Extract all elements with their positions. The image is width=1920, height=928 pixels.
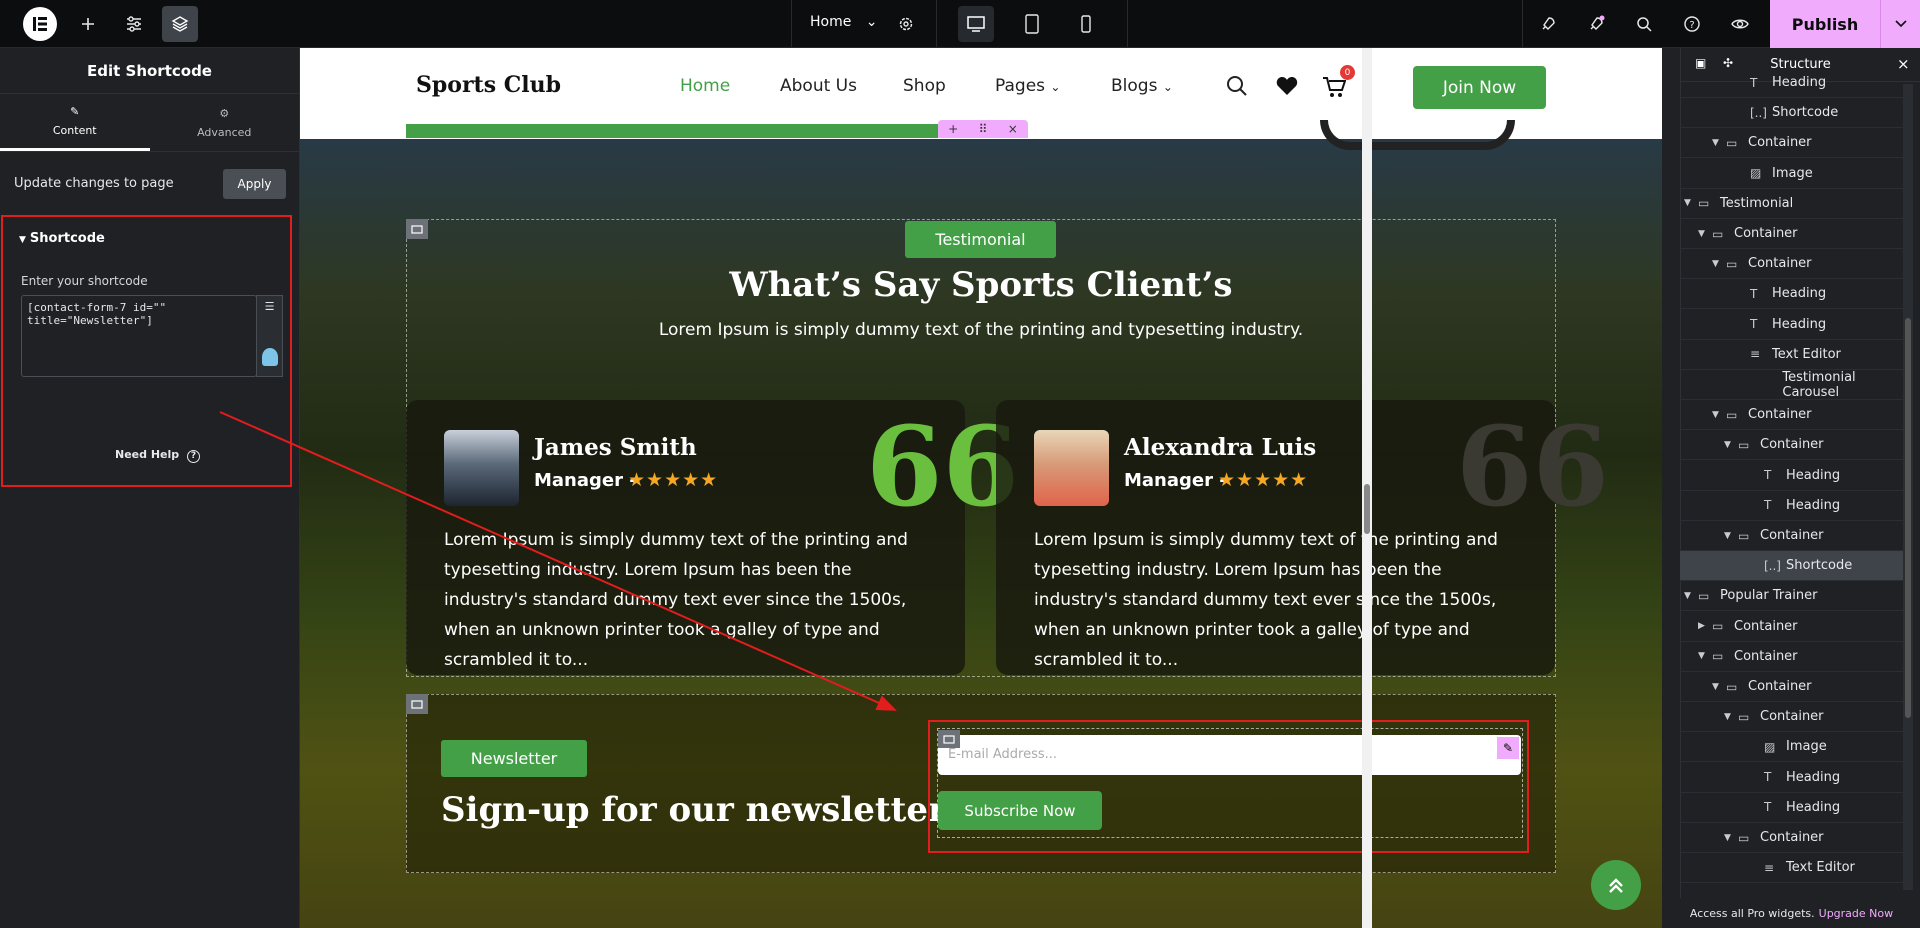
structure-item-label: Testimonial: [1720, 195, 1794, 211]
tree-caret-icon[interactable]: ▼: [1698, 651, 1712, 661]
upgrade-now-link[interactable]: Upgrade Now: [1819, 907, 1893, 920]
structure-item-label: Container: [1734, 618, 1798, 634]
element-type-icon: ▭: [1698, 196, 1710, 211]
element-type-icon: ▭: [1738, 437, 1750, 452]
structure-item[interactable]: ≡ Text Editor: [1680, 853, 1903, 884]
structure-item-label: Image: [1786, 739, 1827, 755]
structure-item[interactable]: T Heading: [1680, 68, 1903, 98]
structure-item[interactable]: ▨ Image: [1680, 159, 1903, 189]
element-type-icon: ▭: [1726, 256, 1738, 271]
element-type-icon: ▭: [1698, 588, 1710, 603]
element-type-icon: T: [1764, 498, 1772, 513]
structure-item[interactable]: [..] Shortcode: [1680, 98, 1903, 129]
pro-widgets-footer: Access all Pro widgets. Upgrade Now: [1680, 898, 1903, 928]
structure-item[interactable]: ▼ ▭ Popular Trainer: [1680, 581, 1903, 612]
structure-item-label: Container: [1748, 679, 1812, 694]
structure-item-label: Heading: [1786, 799, 1841, 815]
structure-item-label: Heading: [1772, 75, 1827, 90]
element-type-icon: ▭: [1738, 830, 1750, 845]
tree-caret-icon[interactable]: ▼: [1724, 833, 1738, 843]
structure-item-label: Container: [1748, 256, 1812, 272]
element-type-icon: ▭: [1712, 619, 1724, 634]
structure-item-label: Heading: [1786, 467, 1841, 483]
structure-item[interactable]: ▼ ▭ Container: [1680, 702, 1903, 733]
structure-item[interactable]: T Heading: [1680, 310, 1903, 340]
tree-caret-icon[interactable]: ▼: [1712, 259, 1726, 269]
structure-item[interactable]: ▼ ▭ Container: [1680, 249, 1903, 280]
structure-item[interactable]: ▼ ▭ Container: [1680, 128, 1903, 159]
element-type-icon: T: [1764, 800, 1772, 815]
structure-item[interactable]: T Heading: [1680, 793, 1903, 823]
structure-item-label: Text Editor: [1772, 346, 1841, 362]
structure-item[interactable]: ▼ ▭ Container: [1680, 400, 1903, 431]
structure-item[interactable]: ▨ Image: [1680, 732, 1903, 763]
structure-item[interactable]: Testimonial Carousel: [1680, 370, 1903, 400]
structure-item-label: Heading: [1786, 769, 1841, 785]
structure-item[interactable]: ▼ ▭ Container: [1680, 823, 1903, 853]
tree-caret-icon[interactable]: ▼: [1712, 138, 1726, 148]
structure-item[interactable]: ▼ ▭ Container: [1680, 642, 1903, 672]
tree-caret-icon[interactable]: ▶: [1698, 621, 1712, 631]
canvas-scrollbar-thumb[interactable]: [1364, 484, 1370, 534]
tree-caret-icon[interactable]: ▼: [1712, 682, 1726, 692]
structure-item-label: Container: [1760, 528, 1824, 543]
element-type-icon: ▭: [1726, 679, 1738, 694]
structure-item-label: Container: [1760, 830, 1824, 845]
tree-caret-icon[interactable]: ▼: [1684, 198, 1698, 208]
structure-item-label: Container: [1748, 135, 1812, 151]
element-type-icon: T: [1750, 317, 1758, 332]
element-type-icon: ▭: [1738, 528, 1750, 543]
structure-item-label: Heading: [1772, 286, 1827, 302]
structure-item[interactable]: ▼ ▭ Container: [1680, 521, 1903, 551]
element-type-icon: ▭: [1712, 649, 1724, 664]
structure-item-label: Heading: [1786, 497, 1841, 513]
structure-item[interactable]: [..] Shortcode: [1680, 551, 1903, 582]
structure-item-label: Popular Trainer: [1720, 588, 1818, 604]
structure-item[interactable]: T Heading: [1680, 461, 1903, 491]
element-type-icon: ▨: [1764, 739, 1776, 754]
element-type-icon: ▭: [1726, 135, 1738, 150]
structure-item-label: Text Editor: [1786, 860, 1855, 876]
structure-item-label: Container: [1734, 226, 1798, 241]
element-type-icon: ▨: [1750, 166, 1762, 181]
element-type-icon: T: [1750, 75, 1758, 90]
tree-caret-icon[interactable]: ▼: [1698, 229, 1712, 239]
tree-caret-icon[interactable]: ▼: [1684, 591, 1698, 601]
structure-item-label: Heading: [1772, 316, 1827, 332]
structure-item[interactable]: ▶ ▭ Container: [1680, 612, 1903, 642]
structure-item-label: Shortcode: [1772, 105, 1839, 121]
structure-item-label: Container: [1734, 648, 1798, 664]
structure-item[interactable]: ▼ ▭ Container: [1680, 672, 1903, 702]
structure-item[interactable]: T Heading: [1680, 491, 1903, 521]
structure-item-label: Image: [1772, 165, 1813, 181]
element-type-icon: T: [1764, 770, 1772, 785]
structure-scrollbar-thumb[interactable]: [1905, 318, 1911, 718]
element-type-icon: ▭: [1712, 226, 1724, 241]
structure-item-label: Container: [1760, 709, 1824, 725]
element-type-icon: [..]: [1764, 558, 1781, 573]
structure-item[interactable]: T Heading: [1680, 763, 1903, 793]
tree-caret-icon[interactable]: ▼: [1724, 440, 1738, 450]
element-type-icon: T: [1764, 468, 1772, 483]
structure-item[interactable]: ▼ ▭ Container: [1680, 430, 1903, 461]
tree-caret-icon[interactable]: ▼: [1724, 531, 1738, 541]
structure-item[interactable]: ▼ ▭ Container: [1680, 219, 1903, 249]
structure-item[interactable]: T Heading: [1680, 279, 1903, 310]
pro-footer-text: Access all Pro widgets.: [1689, 906, 1815, 920]
tree-caret-icon[interactable]: ▼: [1712, 410, 1726, 420]
element-type-icon: ≡: [1764, 860, 1775, 875]
structure-item-label: Container: [1748, 407, 1812, 423]
tree-caret-icon[interactable]: ▼: [1724, 712, 1738, 722]
element-type-icon: ▭: [1738, 709, 1750, 724]
element-type-icon: T: [1750, 286, 1758, 301]
element-type-icon: [..]: [1750, 105, 1767, 120]
structure-item-label: Container: [1760, 437, 1824, 453]
element-type-icon: ≡: [1750, 347, 1761, 362]
annotation-arrow: [219, 411, 897, 711]
structure-item[interactable]: ≡ Text Editor: [1680, 340, 1903, 370]
element-type-icon: ▭: [1726, 407, 1738, 422]
structure-item[interactable]: ▼ ▭ Testimonial: [1680, 189, 1903, 219]
structure-item-label: Testimonial Carousel: [1782, 369, 1856, 400]
structure-item-label: Shortcode: [1786, 558, 1853, 574]
